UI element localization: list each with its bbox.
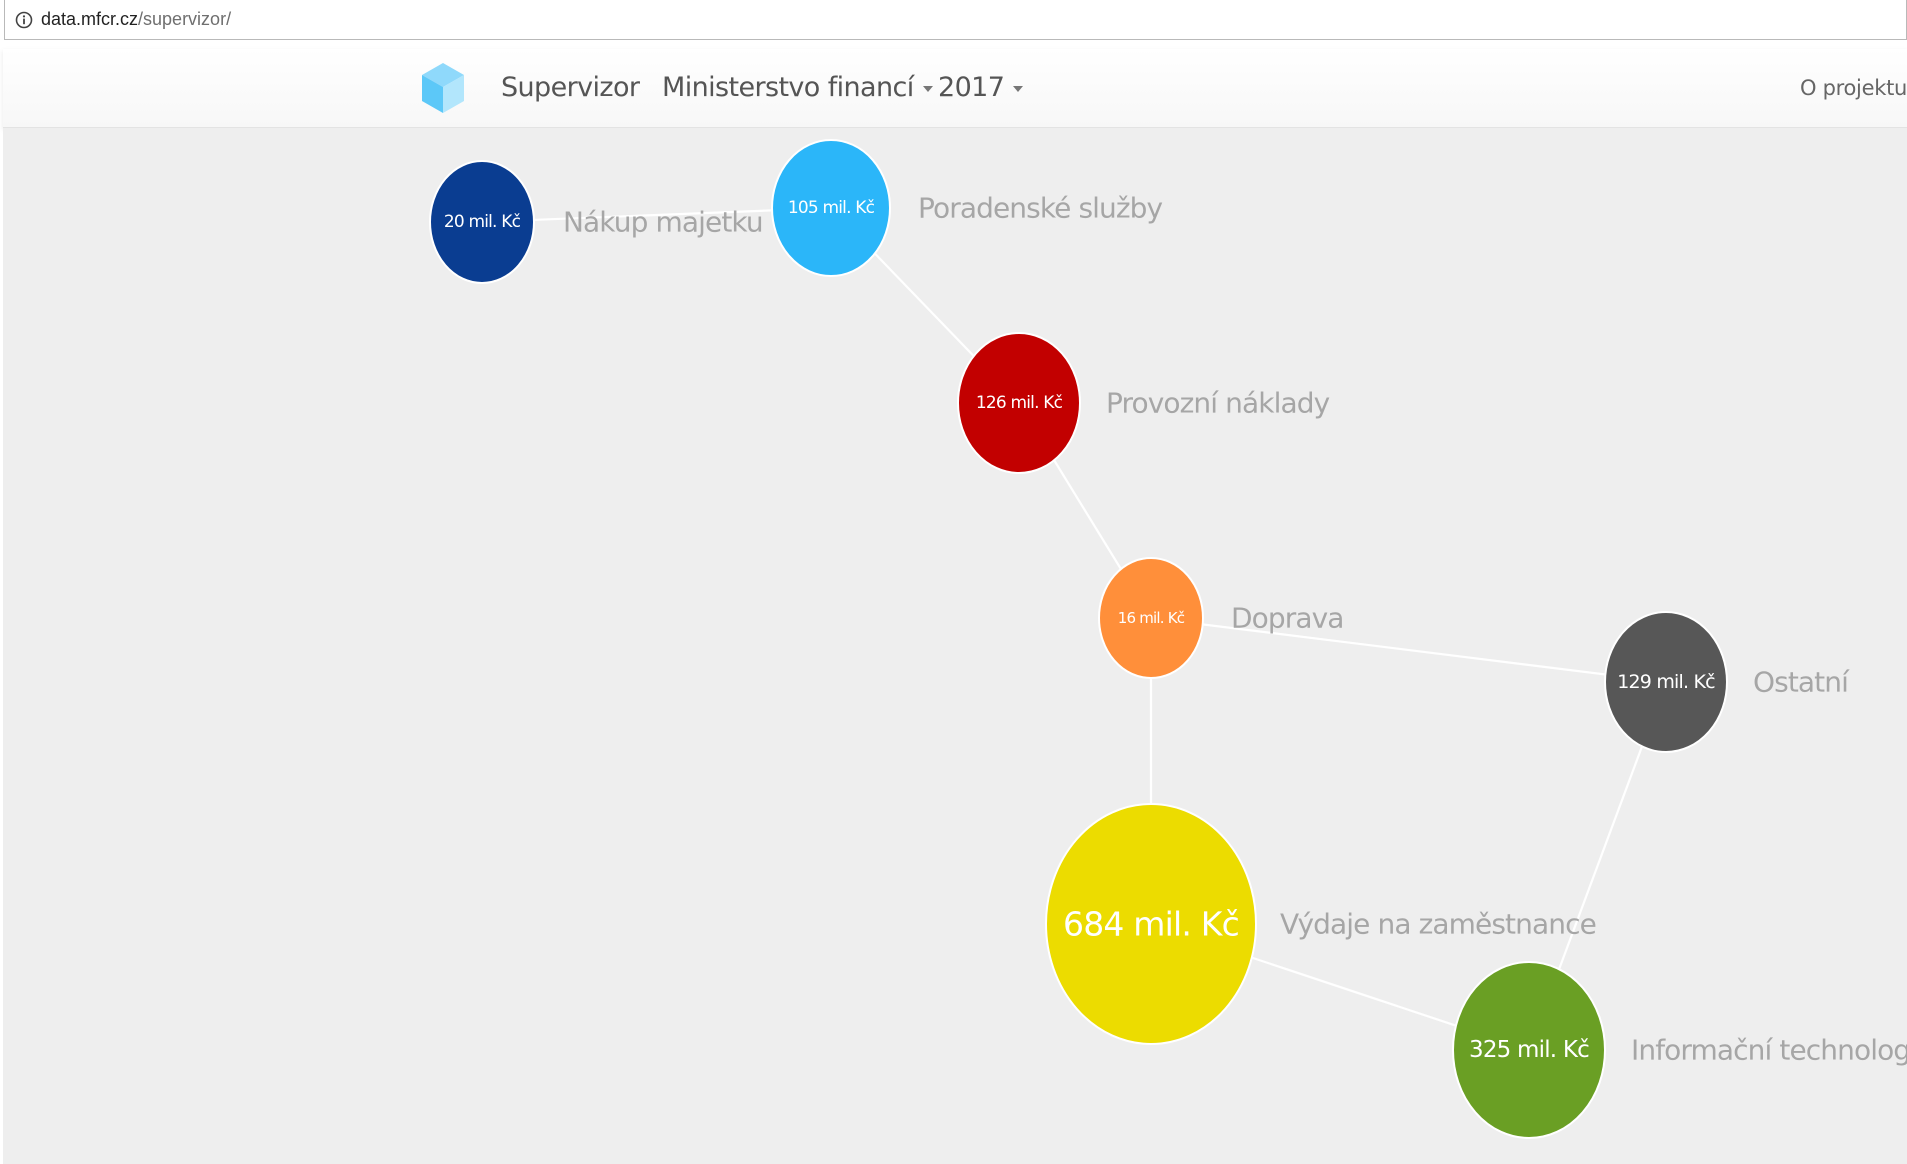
node-poradenske-sluzby[interactable]: 105 mil. Kč Poradenské služby <box>771 139 1163 277</box>
node-value: 129 mil. Kč <box>1617 671 1715 693</box>
about-dropdown[interactable]: O projektu <box>1800 49 1907 127</box>
address-bar[interactable]: data.mfcr.cz/supervizor/ <box>4 0 1907 40</box>
url-domain: data.mfcr.cz <box>41 9 139 29</box>
node-label[interactable]: Výdaje na zaměstnance <box>1280 908 1597 941</box>
node-ostatni[interactable]: 129 mil. Kč Ostatní <box>1604 611 1851 753</box>
node-value: 16 mil. Kč <box>1118 609 1185 627</box>
node-value: 684 mil. Kč <box>1063 905 1239 944</box>
about-dropdown-label: O projektu <box>1800 76 1907 100</box>
budget-graph: 20 mil. Kč Nákup majetku 105 mil. Kč Porade… <box>429 139 1907 1139</box>
node-provozni-naklady[interactable]: 126 mil. Kč Provozní náklady <box>957 332 1330 474</box>
edge-doprava-ostatni <box>1150 616 1667 684</box>
node-label[interactable]: Informační technologie <box>1631 1034 1907 1067</box>
node-label[interactable]: Ostatní <box>1753 666 1851 699</box>
node-value: 105 mil. Kč <box>788 198 875 218</box>
node-label[interactable]: Doprava <box>1231 602 1344 635</box>
ministry-dropdown[interactable]: Ministerstvo financí <box>662 49 933 127</box>
node-value: 20 mil. Kč <box>444 212 521 232</box>
year-dropdown-label: 2017 <box>938 72 1005 103</box>
info-icon[interactable] <box>15 11 33 29</box>
node-value: 126 mil. Kč <box>976 393 1063 413</box>
url-path: /supervizor/ <box>138 9 232 29</box>
node-label[interactable]: Provozní náklady <box>1106 387 1330 420</box>
year-dropdown[interactable]: 2017 <box>938 49 1024 127</box>
budget-graph-canvas: 20 mil. Kč Nákup majetku 105 mil. Kč Porade… <box>3 128 1907 1164</box>
node-informacni-technologie[interactable]: 325 mil. Kč Informační technologie <box>1452 961 1907 1139</box>
node-value: 325 mil. Kč <box>1469 1037 1589 1063</box>
top-navbar: Supervizor Ministerstvo financí 2017 O p… <box>3 49 1907 128</box>
node-label[interactable]: Nákup majetku <box>563 206 764 239</box>
url-text[interactable]: data.mfcr.cz/supervizor/ <box>41 9 231 30</box>
node-nakup-majetku[interactable]: 20 mil. Kč Nákup majetku <box>429 160 764 284</box>
chevron-down-icon <box>922 85 933 92</box>
chevron-down-icon <box>1013 85 1024 92</box>
node-label[interactable]: Poradenské služby <box>918 192 1163 225</box>
ministry-dropdown-label: Ministerstvo financí <box>662 72 914 103</box>
cube-logo-icon[interactable] <box>420 61 466 115</box>
node-doprava[interactable]: 16 mil. Kč Doprava <box>1098 557 1344 679</box>
brand-link[interactable]: Supervizor <box>501 49 640 127</box>
